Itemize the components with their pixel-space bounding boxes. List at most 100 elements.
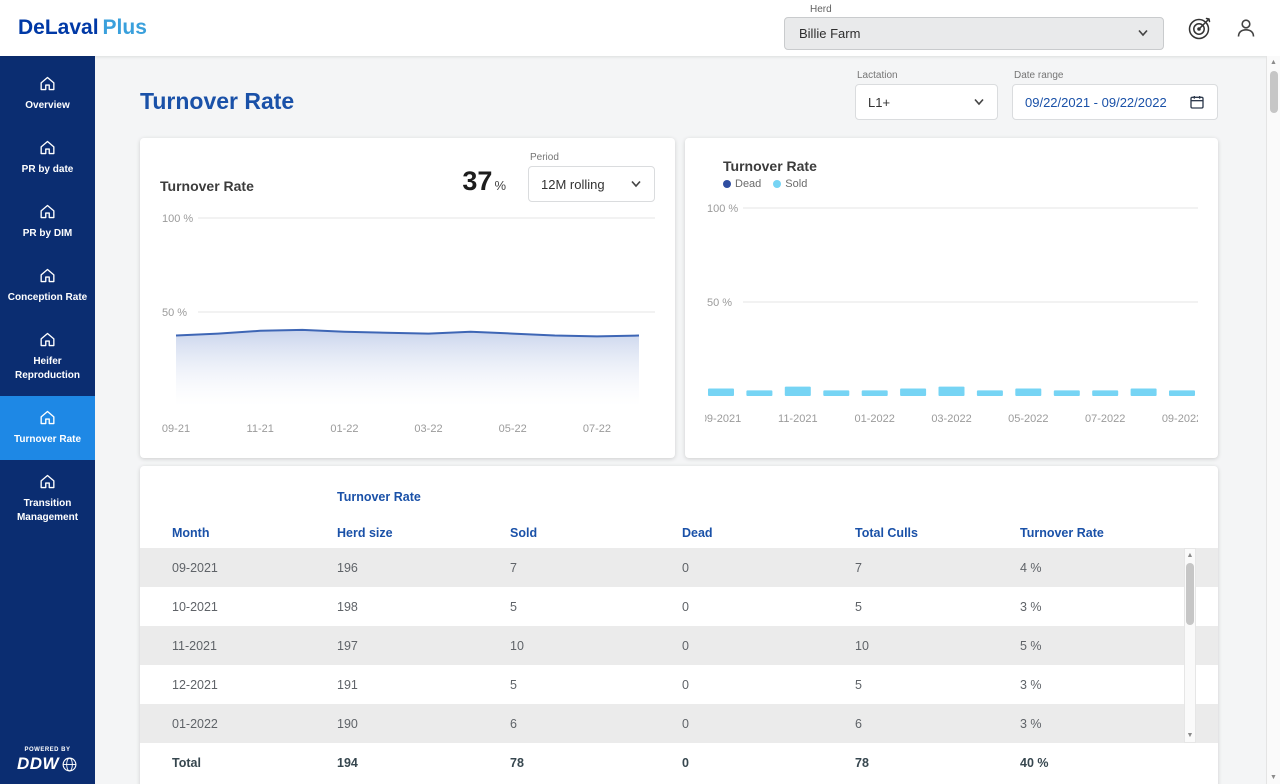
ddw-logo: DDW xyxy=(17,754,78,774)
target-button[interactable] xyxy=(1184,12,1216,44)
turnover-monthly-card: Turnover Rate DeadSold 100 %50 %09-20211… xyxy=(685,138,1218,458)
table-row: 11-2021197100105 % xyxy=(140,626,1218,665)
person-icon xyxy=(1234,16,1258,40)
svg-text:09-2021: 09-2021 xyxy=(705,413,741,425)
herd-select-field: Herd Billie Farm xyxy=(784,4,1164,50)
svg-text:05-2022: 05-2022 xyxy=(1008,413,1048,425)
sidebar-item-conception-rate[interactable]: Conception Rate xyxy=(0,254,95,318)
sidebar-item-label: Turnover Rate xyxy=(14,433,81,447)
page-scrollbar-thumb[interactable] xyxy=(1270,71,1278,113)
table-cell: 7 xyxy=(510,561,682,575)
sidebar-item-heifer-reproduction[interactable]: Heifer Reproduction xyxy=(0,318,95,396)
date-range-value: 09/22/2021 - 09/22/2022 xyxy=(1025,95,1167,110)
globe-icon xyxy=(61,756,78,773)
table-cell: 3 % xyxy=(1020,678,1190,692)
lactation-field: Lactation L1+ xyxy=(855,70,998,120)
lactation-select[interactable]: L1+ xyxy=(855,84,998,120)
sidebar-item-pr-by-dim[interactable]: PR by DIM xyxy=(0,190,95,254)
bar-chart-title: Turnover Rate xyxy=(723,158,1198,174)
table-scrollbar-thumb[interactable] xyxy=(1186,563,1194,625)
table-cell: 09-2021 xyxy=(172,561,337,575)
table-cell: 0 xyxy=(682,756,855,770)
scroll-down-arrow[interactable]: ▼ xyxy=(1270,771,1277,784)
table-cell: 3 % xyxy=(1020,717,1190,731)
table-cell: 5 xyxy=(510,678,682,692)
line-chart-title: Turnover Rate xyxy=(160,178,254,194)
table-cell: 5 % xyxy=(1020,639,1190,653)
sidebar-item-pr-by-date[interactable]: PR by date xyxy=(0,126,95,190)
main-content: Turnover Rate Lactation L1+ Date range 0… xyxy=(95,56,1266,784)
svg-text:100 %: 100 % xyxy=(707,203,738,215)
date-range-input[interactable]: 09/22/2021 - 09/22/2022 xyxy=(1012,84,1218,120)
home-icon xyxy=(38,330,57,349)
table-scroll-down-arrow[interactable]: ▼ xyxy=(1187,729,1194,742)
table-cell: 10 xyxy=(855,639,1020,653)
table-cell: 194 xyxy=(337,756,510,770)
herd-label: Herd xyxy=(810,4,1164,15)
date-range-field: Date range 09/22/2021 - 09/22/2022 xyxy=(1012,70,1218,120)
chevron-down-icon xyxy=(973,98,985,106)
table-cell: 0 xyxy=(682,678,855,692)
home-icon xyxy=(38,138,57,157)
bar-chart-legend: Dead Sold xyxy=(723,178,1198,190)
account-button[interactable] xyxy=(1230,12,1262,44)
date-range-label: Date range xyxy=(1014,70,1218,81)
line-chart: 100 %50 %09-2111-2101-2203-2205-2207-22 xyxy=(160,202,655,448)
turnover-table-card: Turnover Rate MonthHerd sizeSoldDeadTota… xyxy=(140,466,1218,784)
lactation-value: L1+ xyxy=(868,95,890,110)
table-cell: 7 xyxy=(855,561,1020,575)
table-cell: 5 xyxy=(855,600,1020,614)
table-cell: 190 xyxy=(337,717,510,731)
legend-item-sold[interactable]: Sold xyxy=(773,178,807,190)
home-icon xyxy=(38,202,57,221)
period-select[interactable]: 12M rolling xyxy=(528,166,655,202)
column-header: Turnover Rate xyxy=(1020,526,1190,540)
sidebar-item-overview[interactable]: Overview xyxy=(0,62,95,126)
svg-text:07-2022: 07-2022 xyxy=(1085,413,1125,425)
sidebar-item-turnover-rate[interactable]: Turnover Rate xyxy=(0,396,95,460)
ddw-text: DDW xyxy=(17,754,59,774)
sidebar-item-label: Transition Management xyxy=(5,497,90,525)
table-body: 09-20211967074 %10-20211985053 %11-20211… xyxy=(140,548,1218,743)
table-cell: 01-2022 xyxy=(172,717,337,731)
table-row: 10-20211985053 % xyxy=(140,587,1218,626)
svg-text:11-21: 11-21 xyxy=(247,423,274,435)
table-scroll-up-arrow[interactable]: ▲ xyxy=(1187,549,1194,562)
table-row: 01-20221906063 % xyxy=(140,704,1218,743)
svg-text:01-2022: 01-2022 xyxy=(855,413,895,425)
chevron-down-icon xyxy=(1137,29,1149,37)
table-total-row: Total1947807840 % xyxy=(140,743,1218,783)
table-cell: 78 xyxy=(855,756,1020,770)
scroll-up-arrow[interactable]: ▲ xyxy=(1270,56,1277,69)
table-cell: 40 % xyxy=(1020,756,1190,770)
sidebar-item-label: PR by DIM xyxy=(23,227,72,241)
kpi-value: 37 xyxy=(462,166,492,197)
table-cell: 191 xyxy=(337,678,510,692)
sidebar-item-transition-management[interactable]: Transition Management xyxy=(0,460,95,538)
svg-text:07-22: 07-22 xyxy=(583,423,611,435)
legend-label: Dead xyxy=(735,178,761,190)
kpi-unit: % xyxy=(494,178,506,193)
legend-item-dead[interactable]: Dead xyxy=(723,178,761,190)
table-cell: 5 xyxy=(855,678,1020,692)
sidebar: OverviewPR by date PR by DIM Conception Ra… xyxy=(0,56,95,784)
svg-text:50 %: 50 % xyxy=(707,297,732,309)
svg-text:50 %: 50 % xyxy=(162,307,187,319)
table-rows: 09-20211967074 %10-20211985053 %11-20211… xyxy=(140,548,1218,743)
bar-chart: 100 %50 %09-202111-202101-202203-202205-… xyxy=(705,192,1198,438)
table-row: 09-20211967074 % xyxy=(140,548,1218,587)
table-cell: 78 xyxy=(510,756,682,770)
page-scrollbar[interactable]: ▲ ▼ xyxy=(1266,56,1280,784)
table-cell: 5 xyxy=(510,600,682,614)
sidebar-nav: OverviewPR by date PR by DIM Conception Ra… xyxy=(0,56,95,538)
target-icon xyxy=(1187,15,1213,41)
logo-plus: Plus xyxy=(103,16,147,39)
table-cell: 0 xyxy=(682,639,855,653)
table-scrollbar[interactable]: ▲ ▼ xyxy=(1184,548,1196,743)
powered-by-label: POWERED BY xyxy=(24,747,70,753)
svg-text:01-22: 01-22 xyxy=(330,423,358,435)
period-field: Period 12M rolling xyxy=(528,152,655,202)
column-header: Month xyxy=(172,526,337,540)
page-title: Turnover Rate xyxy=(140,88,294,115)
herd-select[interactable]: Billie Farm xyxy=(784,17,1164,50)
